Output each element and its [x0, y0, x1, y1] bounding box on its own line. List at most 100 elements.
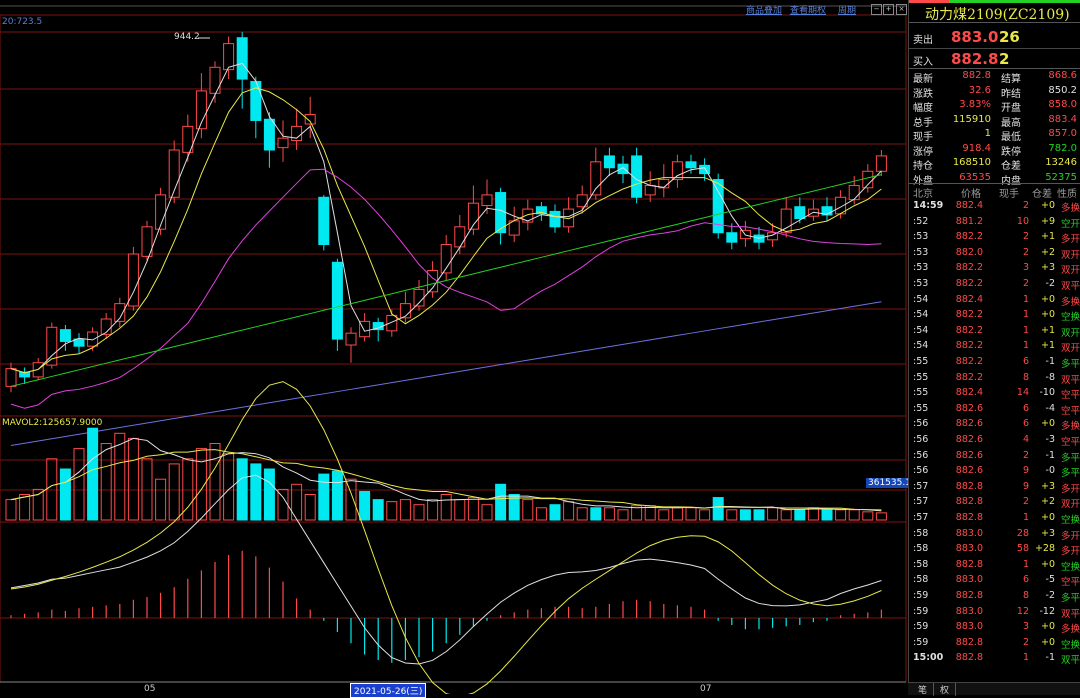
tick-row[interactable]: :54 882.2 1 +0 空换	[909, 309, 1080, 325]
close-icon[interactable]: ×	[896, 4, 907, 15]
tick-row[interactable]: :59 883.0 3 +0 多换	[909, 621, 1080, 637]
tick-oi: +3	[1040, 527, 1055, 539]
tick-vol: 2	[1022, 200, 1029, 211]
tick-nature: 多换	[1060, 203, 1080, 214]
stat-value: 782.0	[1048, 142, 1077, 154]
candle-body	[617, 163, 629, 175]
tick-row[interactable]: :58 883.0 28 +3 多开	[909, 528, 1080, 544]
candle-body	[685, 161, 697, 169]
volume-bar	[495, 483, 507, 521]
tick-row[interactable]: :56 882.6 9 -0 多平	[909, 465, 1080, 481]
tick-oi: +0	[1040, 418, 1055, 430]
tick-row[interactable]: 15:00 882.8 1 -1 双平	[909, 652, 1080, 668]
tick-vol: 9	[1022, 465, 1029, 477]
tick-time: :56	[913, 434, 929, 445]
stat-value: 918.4	[962, 142, 991, 154]
tick-time: :53	[913, 262, 929, 274]
volume-bar	[100, 443, 112, 521]
tick-price: 882.2	[955, 278, 983, 289]
zoom-in-icon[interactable]: +	[883, 4, 894, 15]
tab-options[interactable]: 权	[934, 683, 957, 696]
tick-row[interactable]: :59 882.8 2 +0 空换	[909, 637, 1080, 653]
tick-header-price: 价格	[961, 189, 981, 200]
tick-price: 882.8	[955, 558, 983, 570]
stat-value: 52375	[1045, 171, 1077, 183]
candle-body	[304, 114, 316, 125]
tick-row[interactable]: :57 882.8 9 +3 多开	[909, 481, 1080, 497]
kline-chart[interactable]	[0, 0, 908, 694]
tick-row[interactable]: :53 882.2 3 +3 双开	[909, 262, 1080, 278]
tick-row[interactable]: :57 882.8 2 +2 双开	[909, 496, 1080, 512]
tick-nature: 多开	[1060, 530, 1080, 542]
tick-price: 882.8	[955, 480, 983, 492]
volume-bar	[848, 509, 860, 521]
candle-body	[59, 329, 71, 342]
tick-vol: 28	[1016, 527, 1029, 539]
tick-row[interactable]: :54 882.2 1 +1 双开	[909, 325, 1080, 341]
tick-row[interactable]: :58 882.8 1 +0 空换	[909, 559, 1080, 575]
tick-nature: 双平	[1060, 608, 1080, 620]
overlay-product-link[interactable]: 商品叠加	[746, 3, 782, 16]
tick-row[interactable]: :55 882.6 6 -4 空平	[909, 403, 1080, 419]
zoom-out-icon[interactable]: −	[871, 4, 882, 15]
volume-bar	[209, 443, 221, 521]
candle-body	[603, 155, 615, 169]
tick-row[interactable]: :56 882.6 6 +0 多换	[909, 418, 1080, 434]
volume-bar	[399, 499, 411, 521]
tick-row[interactable]: :54 882.4 1 +0 多换	[909, 294, 1080, 310]
tick-oi: +0	[1040, 636, 1055, 648]
tick-vol: 1	[1022, 309, 1029, 321]
tick-price: 881.2	[955, 215, 983, 227]
tick-oi: -5	[1045, 574, 1055, 586]
quote-panel: 动力煤2109(ZC2109) 卖出 883.0 26 买入 882.8 2 最…	[908, 0, 1080, 694]
tick-row[interactable]: :57 882.8 1 +0 空换	[909, 512, 1080, 528]
tick-row[interactable]: :59 882.8 8 -2 多平	[909, 590, 1080, 606]
tick-row[interactable]: :55 882.2 8 -8 双平	[909, 372, 1080, 388]
tick-price: 882.2	[955, 340, 983, 352]
tick-price: 883.0	[955, 574, 983, 586]
tick-time: :59	[913, 621, 929, 633]
tick-vol: 6	[1022, 418, 1029, 430]
tick-row[interactable]: :58 883.0 6 -5 空平	[909, 574, 1080, 590]
tab-ticks[interactable]: 笔	[912, 683, 935, 696]
stat-label: 最低	[1001, 132, 1021, 143]
stat-value: 13246	[1045, 157, 1077, 168]
tick-row[interactable]: :55 882.4 14 -10 空平	[909, 387, 1080, 403]
tick-row[interactable]: :53 882.0 2 +2 双开	[909, 247, 1080, 263]
tick-price: 882.6	[955, 418, 983, 430]
tick-oi: +1	[1040, 340, 1055, 352]
tick-vol: 6	[1022, 402, 1029, 414]
tick-row[interactable]: :53 882.2 2 +1 多开	[909, 231, 1080, 247]
tick-row[interactable]: 14:59 882.4 2 +0 多换	[909, 200, 1080, 216]
tick-row[interactable]: :53 882.2 2 -2 双平	[909, 278, 1080, 294]
tick-price: 883.0	[955, 543, 983, 555]
volume-bar	[46, 458, 58, 521]
tick-time: :57	[913, 496, 929, 508]
chart-area[interactable]: 20:723.5 商品叠加 查看期权 周期 − + × 944.2 MAVOL2…	[0, 0, 913, 698]
candle-body	[848, 184, 860, 201]
volume-bar	[73, 448, 85, 521]
tick-row[interactable]: :52 881.2 10 +9 空开	[909, 216, 1080, 232]
volume-bar	[19, 494, 31, 521]
period-link[interactable]: 周期	[838, 3, 856, 16]
volume-bar	[549, 504, 561, 521]
tick-oi: +0	[1040, 293, 1055, 305]
tick-price: 882.6	[955, 449, 983, 461]
tick-row[interactable]: :58 883.0 58 +28 多开	[909, 543, 1080, 559]
tick-row[interactable]: :54 882.2 1 +1 双开	[909, 340, 1080, 356]
tick-price: 882.2	[955, 309, 983, 321]
tick-time: :54	[913, 293, 929, 305]
tick-row[interactable]: :56 882.6 2 -1 多平	[909, 450, 1080, 466]
tick-row[interactable]: :55 882.2 6 -1 多平	[909, 356, 1080, 372]
tick-row[interactable]: :59 883.0 12 -12 双平	[909, 606, 1080, 622]
tick-row[interactable]: :56 882.6 4 -3 空平	[909, 434, 1080, 450]
volume-bar	[440, 494, 452, 521]
view-options-link[interactable]: 查看期权	[790, 3, 826, 16]
stat-label: 涨跌	[913, 88, 933, 100]
candle-body	[794, 206, 806, 220]
volume-bar	[141, 458, 153, 521]
volume-bar	[372, 499, 384, 521]
tick-nature: 双开	[1060, 249, 1080, 261]
tick-oi: -8	[1045, 371, 1055, 383]
buy-label: 买入	[913, 57, 933, 68]
